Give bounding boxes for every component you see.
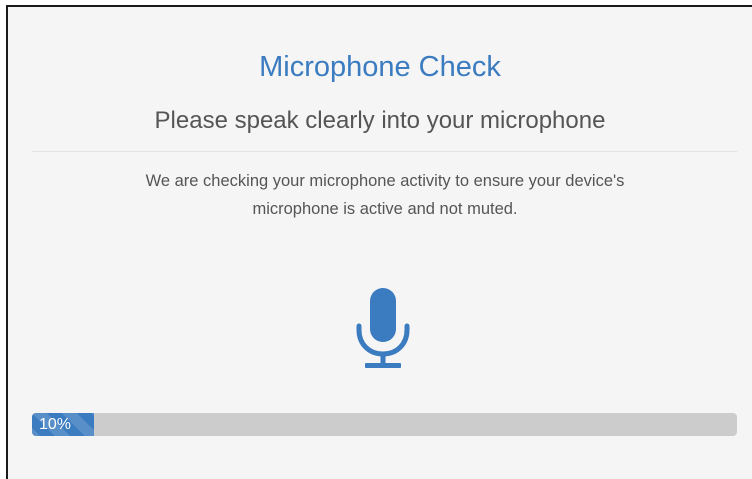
progress-bar: 10%: [32, 413, 737, 436]
progress-label: 10%: [39, 416, 72, 433]
description-line-1: We are checking your microphone activity…: [145, 172, 625, 190]
description-line-2: microphone is active and not muted.: [252, 200, 518, 218]
description-text: We are checking your microphone activity…: [40, 167, 730, 223]
microphone-icon: [356, 288, 410, 368]
divider: [32, 151, 737, 152]
page-title: Microphone Check: [259, 51, 501, 83]
page-subtitle: Please speak clearly into your microphon…: [154, 107, 606, 134]
progress-fill: 10%: [32, 413, 95, 436]
